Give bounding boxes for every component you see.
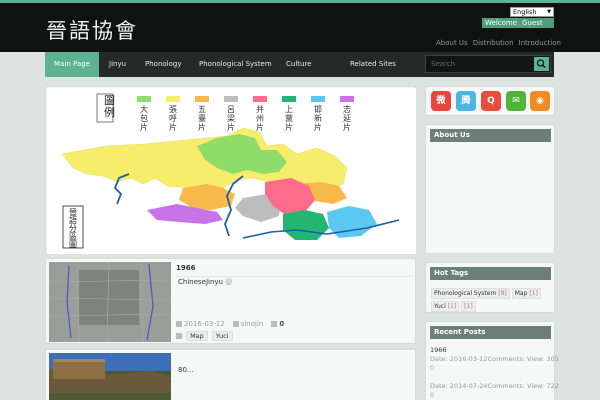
search-button[interactable] bbox=[534, 57, 549, 71]
post-excerpt: ChineseJinyu @ bbox=[178, 278, 232, 286]
search-icon bbox=[536, 59, 546, 68]
chevron-down-icon: ▼ bbox=[547, 9, 551, 15]
nav-item-culture[interactable]: Culture bbox=[286, 52, 311, 77]
map-legend-label: 上黨片 bbox=[285, 105, 293, 132]
post-author-value: sinojin bbox=[240, 320, 264, 328]
post-comments[interactable]: 0 bbox=[271, 320, 284, 328]
tag-name: Map bbox=[514, 290, 528, 297]
nav-item-phonology[interactable]: Phonology bbox=[145, 52, 181, 77]
nav-item-main-page[interactable]: Main Page bbox=[45, 52, 99, 77]
map-legend-swatch bbox=[253, 96, 267, 102]
featured-map-panel[interactable]: 圖例 大包片 張呼片 五臺片 呂梁片 并州片 上黨片 邯新片 志延片 晉語分區圖 bbox=[45, 86, 416, 254]
map-legend-swatch bbox=[282, 96, 296, 102]
recent-post-views: 0 bbox=[430, 364, 435, 372]
map-legend-label: 并州片 bbox=[256, 104, 264, 132]
map-legend-label: 邯新片 bbox=[314, 104, 322, 132]
post-thumbnail[interactable] bbox=[49, 353, 171, 400]
post-tags: Map Yuci bbox=[176, 331, 237, 341]
post-meta: 2016-03-12 sinojin 0 bbox=[176, 320, 292, 328]
nav-item-jinyu[interactable]: Jinyu bbox=[109, 52, 126, 77]
tag-link[interactable]: Yuci [1] bbox=[431, 301, 460, 312]
post-title[interactable]: 1966 bbox=[176, 264, 195, 272]
post-thumbnail[interactable] bbox=[49, 262, 171, 342]
welcome-text: Welcome bbox=[485, 19, 518, 27]
post-divider bbox=[176, 276, 412, 277]
recent-post-meta: Date: 2016-03-12Comments: View: 305 bbox=[430, 355, 559, 363]
map-legend-swatch bbox=[195, 96, 209, 102]
map-legend-swatch bbox=[166, 96, 180, 102]
post-card: 80... bbox=[45, 349, 416, 400]
post-date-value: 2016-03-12 bbox=[184, 320, 225, 328]
guest-link[interactable]: Guest bbox=[522, 19, 543, 27]
post-tag[interactable]: Yuci bbox=[211, 331, 233, 341]
recent-post-title[interactable]: 1966 bbox=[430, 346, 447, 354]
tag-count: [8] bbox=[498, 290, 507, 297]
post-comments-value: 0 bbox=[279, 320, 285, 328]
about-widget: About Us bbox=[425, 124, 555, 254]
recent-post-views: 0 bbox=[430, 391, 435, 399]
comment-icon bbox=[271, 321, 278, 327]
post-author[interactable]: sinojin bbox=[232, 320, 264, 328]
hot-tags-widget: Hot Tags Phonological System [8] Map [1]Y… bbox=[425, 262, 555, 313]
tag-name: Yuci bbox=[434, 303, 446, 310]
map-legend-label: 呂梁片 bbox=[227, 105, 235, 132]
map-legend-swatch bbox=[137, 96, 151, 102]
map-legend-label: 志延片 bbox=[343, 104, 351, 132]
post-excerpt-text: ChineseJinyu bbox=[178, 278, 223, 286]
map-legend-swatch bbox=[311, 96, 325, 102]
recent-post-meta: Date: 2014-07-24Comments: View: 722 bbox=[430, 382, 559, 390]
nav-item-phonological-system[interactable]: Phonological System bbox=[199, 52, 272, 77]
tag-link[interactable]: Map [1] bbox=[511, 288, 541, 299]
about-widget-title: About Us bbox=[430, 129, 551, 142]
recent-posts-title: Recent Posts bbox=[430, 326, 551, 339]
main-nav: Main Page Jinyu Phonology Phonological S… bbox=[45, 52, 554, 77]
top-link-introduction[interactable]: Introduction bbox=[519, 39, 561, 47]
dialect-map-image: 圖例 大包片 張呼片 五臺片 呂梁片 并州片 上黨片 邯新片 志延片 晉語分區圖 bbox=[47, 88, 416, 254]
nav-item-related-sites[interactable]: Related Sites bbox=[350, 52, 396, 77]
language-select[interactable]: English ▼ bbox=[510, 7, 554, 17]
user-icon bbox=[232, 321, 239, 327]
tag-cloud: Phonological System [8] Map [1]Yuci [1] [… bbox=[431, 287, 553, 313]
rss-icon[interactable]: ◉ bbox=[530, 91, 550, 111]
top-link-distribution[interactable]: Distribution bbox=[473, 39, 514, 47]
post-excerpt: 80... bbox=[178, 366, 194, 374]
aerial-map-thumbnail bbox=[49, 262, 171, 342]
map-legend-title: 圖例 bbox=[104, 94, 115, 119]
site-logo[interactable]: 晉語協會 bbox=[46, 15, 138, 45]
search-input[interactable]: Search bbox=[431, 56, 455, 72]
map-legend-label: 大包片 bbox=[140, 104, 148, 132]
top-links: About Us Distribution Introduction bbox=[436, 39, 566, 47]
top-link-about[interactable]: About Us bbox=[436, 39, 468, 47]
map-legend-swatch bbox=[224, 96, 238, 102]
weibo-icon[interactable]: 微 bbox=[431, 91, 451, 111]
map-legend-label: 五臺片 bbox=[198, 105, 206, 132]
great-wall-thumbnail bbox=[49, 353, 171, 400]
tag-count: [1] bbox=[529, 290, 538, 297]
tag-count: [1] bbox=[447, 303, 457, 310]
tag-link[interactable]: Phonological System [8] bbox=[431, 288, 510, 299]
search-box: Search bbox=[425, 55, 551, 73]
wechat-icon[interactable]: ✉ bbox=[506, 91, 526, 111]
recent-posts-widget: Recent Posts 1966 Date: 2016-03-12Commen… bbox=[425, 321, 559, 400]
tag-link[interactable]: [1] bbox=[461, 301, 476, 312]
tag-name: Phonological System bbox=[434, 290, 497, 297]
map-legend-swatch bbox=[340, 96, 354, 102]
welcome-box: Welcome Guest bbox=[482, 18, 554, 28]
social-links: 微 腾 Q ✉ ◉ bbox=[425, 86, 555, 116]
post-date: 2016-03-12 bbox=[176, 320, 225, 328]
tag-count: [1] bbox=[464, 303, 473, 310]
at-icon: @ bbox=[225, 278, 233, 286]
tencent-weibo-icon[interactable]: 腾 bbox=[456, 91, 476, 111]
qq-icon[interactable]: Q bbox=[481, 91, 501, 111]
map-caption: 晉語分區圖 bbox=[69, 208, 77, 249]
language-select-value: English bbox=[513, 8, 537, 16]
post-card: 1966 ChineseJinyu @ 2016-03-12 sinojin 0 M… bbox=[45, 258, 416, 344]
hot-tags-title: Hot Tags bbox=[430, 267, 551, 280]
site-header: 晉語協會 English ▼ Welcome Guest About Us Dist… bbox=[0, 0, 600, 52]
calendar-icon bbox=[176, 321, 182, 327]
tag-icon bbox=[176, 333, 182, 339]
post-tag[interactable]: Map bbox=[186, 331, 208, 341]
map-legend-label: 張呼片 bbox=[169, 105, 177, 132]
